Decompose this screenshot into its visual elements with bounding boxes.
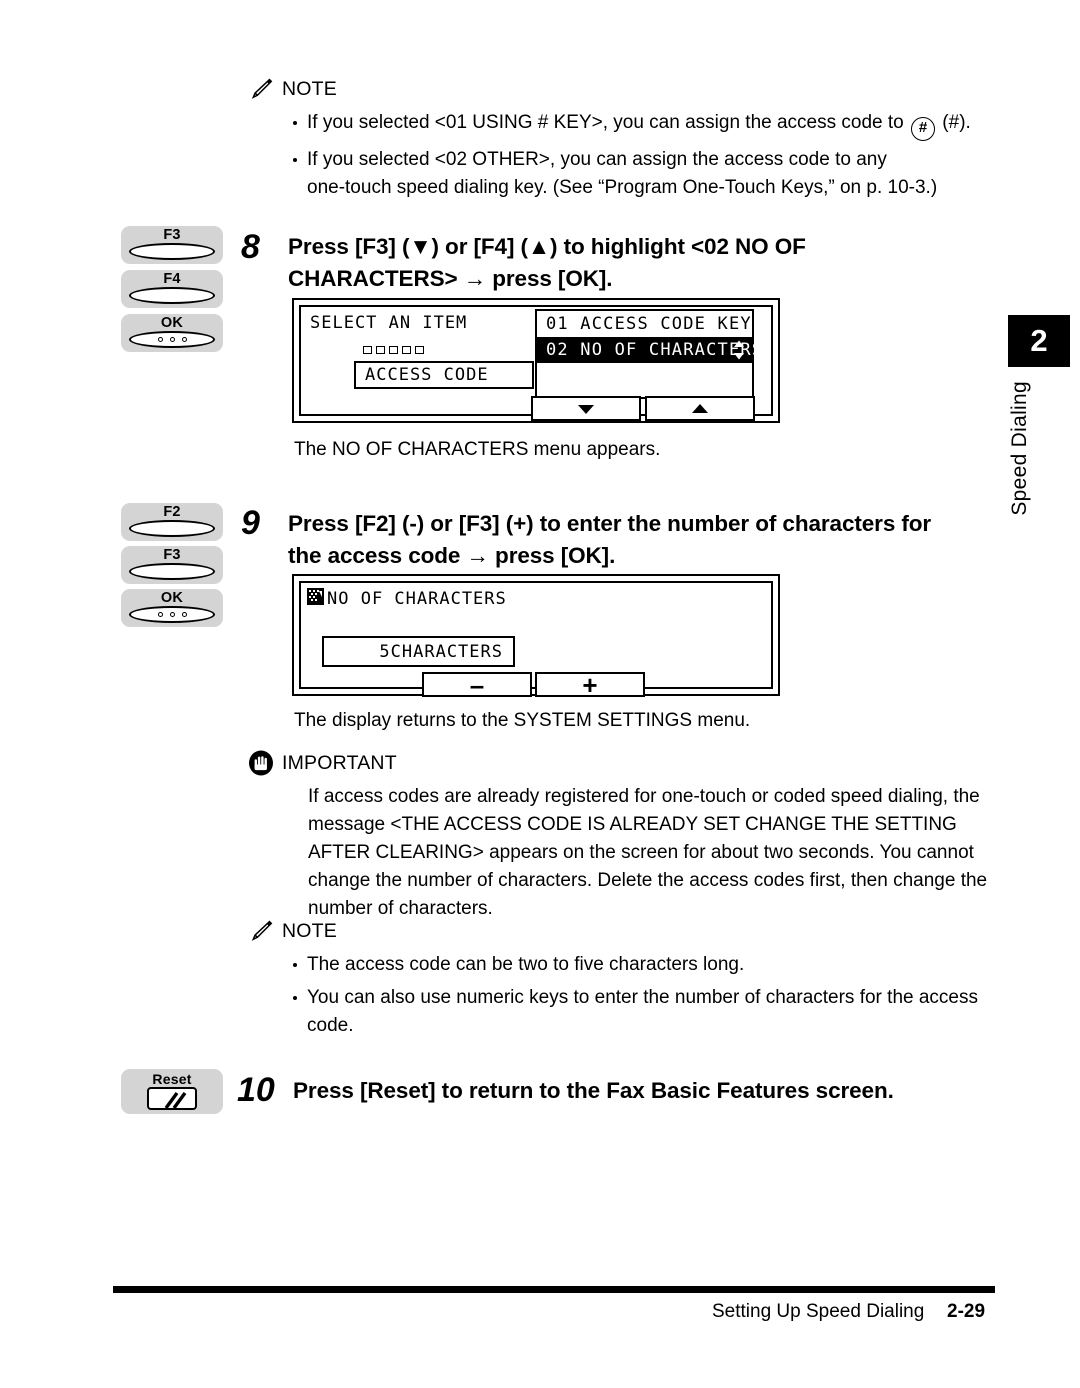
step-10-number: 10 [237, 1071, 275, 1109]
step-8-heading-line1: Press [F3] (▼) or [F4] (▲) to highlight … [288, 234, 806, 259]
lcd-screen-step9: NO OF CHARACTERS 5CHARACTERS – + [292, 574, 780, 700]
key-ok-step8[interactable]: OK [121, 314, 223, 352]
step-8-heading-line2: CHARACTERS> → press [OK]. [288, 266, 613, 291]
chapter-number-badge: 2 [1008, 315, 1070, 367]
note-heading-label-bottom: NOTE [282, 919, 337, 942]
note-bullet-1-post: (#). [937, 112, 971, 133]
chapter-title-vertical: Speed Dialing [1008, 381, 1031, 516]
step-9-caption: The display returns to the SYSTEM SETTIN… [294, 710, 751, 731]
key-lens-icon [129, 563, 215, 580]
note-bullet-1-pre: If you selected <01 USING # KEY>, you ca… [307, 112, 910, 133]
note-bullet-2-line2: one-touch speed dialing key. (See “Progr… [307, 177, 938, 198]
chapter-side-tab: 2 Speed Dialing [1008, 315, 1070, 516]
important-line-3: AFTER CLEARING> appears on the screen fo… [308, 842, 974, 863]
key-f4-step8[interactable]: F4 [121, 270, 223, 308]
note-body-bottom: The access code can be two to five chara… [290, 951, 1008, 1040]
important-line-1: If access codes are already registered f… [308, 786, 980, 807]
menu-item-02-selected[interactable]: 02 NO OF CHARACTERS [537, 337, 762, 363]
note-callout-top: NOTE If you selected <01 USING # KEY>, y… [248, 76, 1008, 202]
lcd-menu-panel-step8: 01 ACCESS CODE KEY 02 NO OF CHARACTERS [535, 309, 762, 399]
key-f2-step9[interactable]: F2 [121, 503, 223, 541]
key-lens-dots-icon [129, 606, 215, 623]
note-bullet-2: If you selected <02 OTHER>, you can assi… [290, 146, 1008, 202]
key-f3-step9-label: F3 [163, 547, 181, 563]
important-callout: IMPORTANT If access codes are already re… [248, 750, 1008, 923]
important-body: If access codes are already registered f… [308, 783, 1008, 923]
important-line-2: message <THE ACCESS CODE IS ALREADY SET … [308, 814, 957, 835]
lcd-screen-step8: SELECT AN ITEM ACCESS CODE 01 ACCESS COD… [292, 298, 780, 423]
up-arrow-softkey[interactable] [645, 396, 755, 421]
step-8-heading: Press [F3] (▼) or [F4] (▲) to highlight … [288, 231, 988, 295]
key-f3-step8[interactable]: F3 [121, 226, 223, 264]
chevron-up-icon [692, 403, 708, 413]
chevron-down-icon [578, 404, 594, 414]
menu-item-01[interactable]: 01 ACCESS CODE KEY [537, 311, 752, 337]
key-f3-step8-label: F3 [163, 227, 181, 243]
step-10-heading-line1: Press [Reset] to return to the Fax Basic… [293, 1078, 894, 1103]
hand-icon [248, 750, 274, 776]
step-9-heading: Press [F2] (-) or [F3] (+) to enter the … [288, 508, 998, 572]
menu-item-01-label: 01 ACCESS CODE KEY [546, 314, 752, 334]
reset-slash-icon [147, 1087, 197, 1110]
key-ok-step9[interactable]: OK [121, 589, 223, 627]
lcd-dot-indicators [363, 346, 424, 354]
step-8-caption: The NO OF CHARACTERS menu appears. [294, 439, 661, 460]
key-f2-step9-label: F2 [163, 504, 181, 520]
note-bottom-bullet-1: The access code can be two to five chara… [290, 951, 1008, 979]
step-10-heading: Press [Reset] to return to the Fax Basic… [293, 1075, 1003, 1107]
note-bottom-bullet-2-line2: code. [307, 1015, 354, 1036]
key-ok-step8-label: OK [160, 315, 184, 331]
step-9-number: 9 [241, 504, 260, 542]
step-9-heading-line2: the access code → press [OK]. [288, 543, 616, 568]
pencil-icon [248, 76, 274, 102]
hash-key-icon: # [911, 117, 936, 141]
dot-indicator [376, 346, 385, 354]
menu-item-02-label: 02 NO OF CHARACTERS [546, 340, 764, 360]
lcd-title-step9: NO OF CHARACTERS [327, 589, 507, 609]
important-heading-label: IMPORTANT [282, 751, 397, 774]
key-lens-dots-icon [129, 331, 215, 348]
note-heading-top: NOTE [248, 76, 1008, 102]
note-callout-bottom: NOTE The access code can be two to five … [248, 918, 1008, 1040]
key-lens-icon [129, 520, 215, 537]
note-bullet-1: If you selected <01 USING # KEY>, you ca… [290, 109, 1008, 141]
scroll-spinner-icon [733, 340, 745, 360]
minus-softkey[interactable]: – [422, 669, 532, 700]
note-heading-label-top: NOTE [282, 77, 337, 100]
footer-page-number: 2-29 [947, 1301, 986, 1322]
dot-indicator [389, 346, 398, 354]
note-heading-bottom: NOTE [248, 918, 1008, 944]
minus-softkey-glyph: – [469, 669, 485, 700]
key-f3-step9[interactable]: F3 [121, 546, 223, 584]
step-8-number: 8 [241, 228, 260, 266]
pencil-icon [248, 918, 274, 944]
note-bottom-bullet-2: You can also use numeric keys to enter t… [290, 984, 1008, 1040]
lcd-access-code-field[interactable]: ACCESS CODE [354, 361, 534, 389]
dot-indicator [402, 346, 411, 354]
note-bullet-2-line1: If you selected <02 OTHER>, you can assi… [307, 149, 887, 170]
key-ok-step9-label: OK [160, 590, 184, 606]
important-line-4: change the number of characters. Delete … [308, 870, 988, 891]
settings-glyph-icon [307, 588, 324, 605]
key-lens-icon [129, 287, 215, 304]
step-9-heading-line1: Press [F2] (-) or [F3] (+) to enter the … [288, 511, 932, 536]
plus-softkey[interactable]: + [535, 669, 645, 700]
plus-softkey-glyph: + [582, 669, 598, 700]
key-lens-icon [129, 243, 215, 260]
dot-indicator [415, 346, 424, 354]
lcd-value-field-step9[interactable]: 5CHARACTERS [322, 636, 515, 667]
lcd-access-code-label: ACCESS CODE [365, 365, 489, 385]
key-f4-step8-label: F4 [163, 271, 181, 287]
dot-indicator [363, 346, 372, 354]
footer-section-title: Setting Up Speed Dialing [712, 1301, 925, 1322]
lcd-title-step8: SELECT AN ITEM [310, 313, 468, 333]
lcd-value-step9: 5CHARACTERS [379, 641, 503, 662]
down-arrow-softkey[interactable] [531, 396, 641, 421]
key-reset-step10[interactable]: Reset [121, 1069, 223, 1114]
key-reset-step10-label: Reset [152, 1071, 192, 1087]
note-body-top: If you selected <01 USING # KEY>, you ca… [290, 109, 1008, 202]
footer-divider [113, 1286, 995, 1293]
note-bottom-bullet-2-line1: You can also use numeric keys to enter t… [307, 987, 978, 1008]
important-heading: IMPORTANT [248, 750, 1008, 776]
